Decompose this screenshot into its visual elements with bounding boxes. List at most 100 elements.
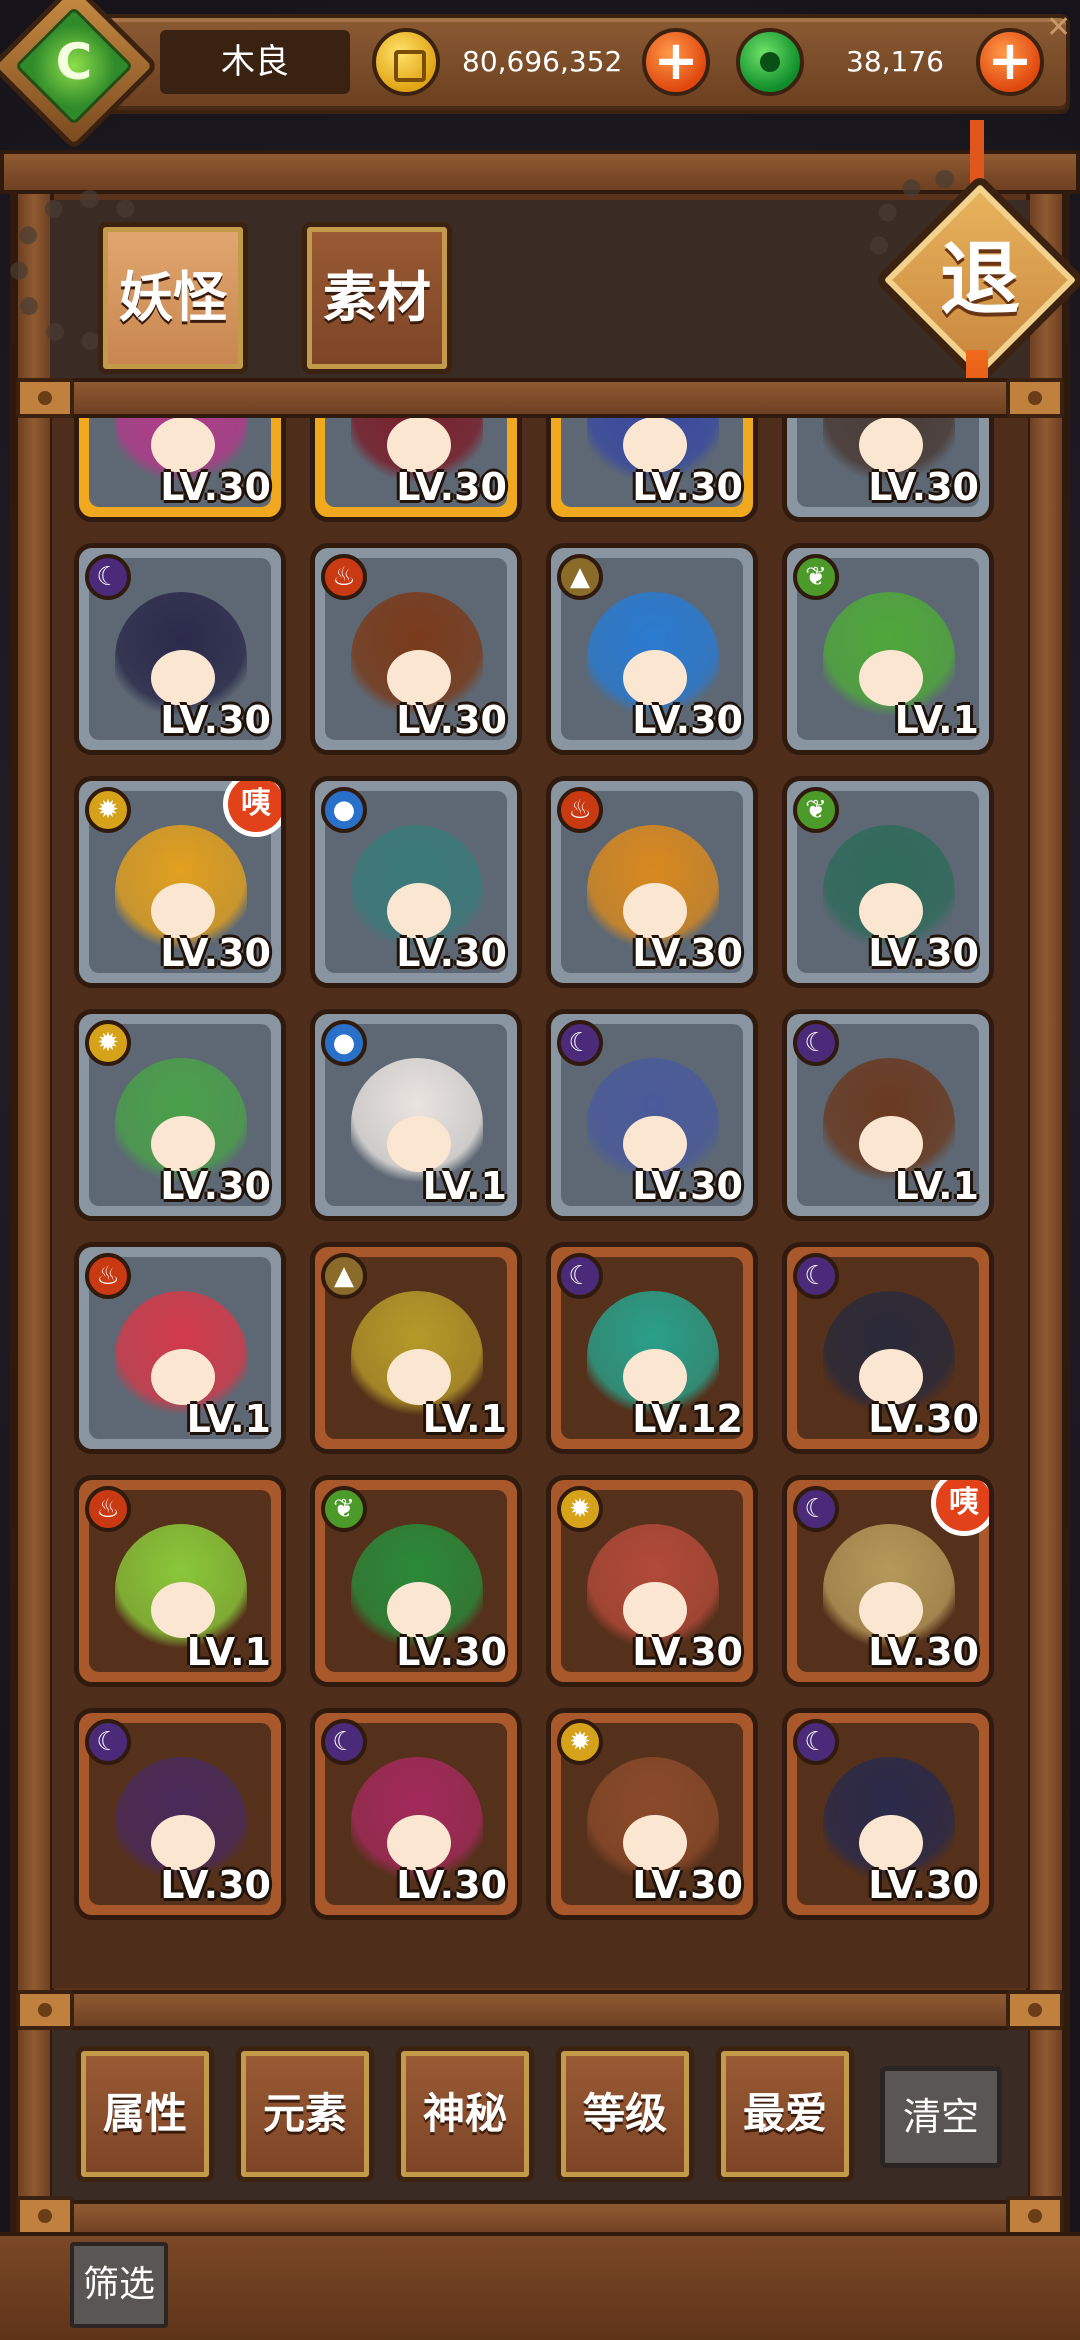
monster-level: LV.30	[160, 1164, 271, 1208]
add-jade-button[interactable]: +	[976, 28, 1044, 96]
add-gold-button[interactable]: +	[642, 28, 710, 96]
filter-toggle-button[interactable]: 筛选	[70, 2242, 168, 2328]
monster-level: LV.30	[396, 465, 507, 509]
exit-label[interactable]: 退	[905, 205, 1055, 355]
monster-card[interactable]: ☾ LV.30 咦	[782, 1475, 994, 1687]
monster-card[interactable]: ☾ LV.1	[782, 1009, 994, 1221]
earth-element-icon: ▲	[321, 1253, 367, 1299]
monster-card[interactable]: ☾ LV.30	[74, 1708, 286, 1920]
monster-level: LV.30	[160, 1863, 271, 1907]
monster-level: LV.1	[894, 698, 979, 742]
monster-level: LV.30	[396, 1863, 507, 1907]
monster-level: LV.30	[632, 1164, 743, 1208]
fire-element-icon: ♨	[85, 1486, 131, 1532]
monster-card[interactable]: LV.30	[546, 418, 758, 522]
monster-card[interactable]: ☾ LV.12	[546, 1242, 758, 1454]
tab-monsters[interactable]: 妖怪	[98, 222, 248, 374]
light-element-icon: ✹	[557, 1486, 603, 1532]
monster-level: LV.1	[186, 1630, 271, 1674]
monster-level: LV.30	[632, 1630, 743, 1674]
leaf-element-icon: ❦	[793, 787, 839, 833]
monster-level: LV.1	[422, 1397, 507, 1441]
monster-card[interactable]: ✹ LV.30	[74, 1009, 286, 1221]
filter-attribute-button[interactable]: 属性	[76, 2046, 214, 2182]
monster-card[interactable]: ✹ LV.30	[546, 1708, 758, 1920]
monster-card[interactable]: LV.30	[782, 418, 994, 522]
game-screen: C 木良 80,696,352 + 38,176 + ✕ 妖怪 素材 退 LV.…	[0, 0, 1080, 2340]
monster-card[interactable]: ✹ LV.30 咦	[74, 776, 286, 988]
monster-card[interactable]: ♨ LV.1	[74, 1242, 286, 1454]
monster-level: LV.30	[160, 465, 271, 509]
dark-element-icon: ☾	[793, 1020, 839, 1066]
bracket	[16, 378, 74, 418]
monster-level: LV.30	[396, 698, 507, 742]
monster-grid[interactable]: LV.30 LV.30 LV.30 LV.30 ☾ LV.30 ♨ LV.30 ▲ LV.30 ❦ L…	[52, 418, 1028, 1988]
top-bar: C 木良 80,696,352 + 38,176 + ✕	[0, 0, 1080, 151]
monster-card[interactable]: ♨ LV.1	[74, 1475, 286, 1687]
bracket	[1006, 2196, 1064, 2236]
bracket	[1006, 378, 1064, 418]
filter-mystery-button[interactable]: 神秘	[396, 2046, 534, 2182]
monster-card[interactable]: LV.30	[74, 418, 286, 522]
fire-element-icon: ♨	[557, 787, 603, 833]
monster-card[interactable]: ♨ LV.30	[546, 776, 758, 988]
dark-element-icon: ☾	[85, 1719, 131, 1765]
dark-element-icon: ☾	[321, 1719, 367, 1765]
bracket	[1006, 1990, 1064, 2030]
lower-beam	[16, 1990, 1064, 2030]
monster-card[interactable]: ▲ LV.30	[546, 543, 758, 755]
monster-level: LV.30	[632, 931, 743, 975]
monster-card[interactable]: ☾ LV.30	[782, 1708, 994, 1920]
monster-level: LV.30	[868, 1397, 979, 1441]
new-badge: 咦	[223, 781, 281, 837]
monster-card[interactable]: ♨ LV.30	[310, 543, 522, 755]
monster-card[interactable]: ☾ LV.30	[782, 1242, 994, 1454]
filter-element-button[interactable]: 元素	[236, 2046, 374, 2182]
filter-favorite-button[interactable]: 最爱	[716, 2046, 854, 2182]
monster-card[interactable]: ✹ LV.30	[546, 1475, 758, 1687]
monster-card[interactable]: ● LV.30	[310, 776, 522, 988]
monster-card[interactable]: ❦ LV.1	[782, 543, 994, 755]
jade-amount: 38,176	[846, 45, 944, 78]
monster-level: LV.30	[632, 465, 743, 509]
water-element-icon: ●	[321, 787, 367, 833]
bracket	[16, 2196, 74, 2236]
monster-card[interactable]: LV.30	[310, 418, 522, 522]
dark-element-icon: ☾	[85, 554, 131, 600]
dark-element-icon: ☾	[557, 1020, 603, 1066]
monster-card[interactable]: ● LV.1	[310, 1009, 522, 1221]
light-element-icon: ✹	[85, 1020, 131, 1066]
monster-level: LV.1	[186, 1397, 271, 1441]
leaf-element-icon: ❦	[321, 1486, 367, 1532]
gold-amount: 80,696,352	[462, 45, 623, 78]
earth-element-icon: ▲	[557, 554, 603, 600]
monster-card[interactable]: ☾ LV.30	[546, 1009, 758, 1221]
bracket	[16, 1990, 74, 2030]
filter-level-button[interactable]: 等级	[556, 2046, 694, 2182]
monster-card[interactable]: ❦ LV.30	[310, 1475, 522, 1687]
monster-level: LV.1	[894, 1164, 979, 1208]
monster-card[interactable]: ☾ LV.30	[310, 1708, 522, 1920]
monster-level: LV.30	[160, 931, 271, 975]
monster-level: LV.30	[868, 1863, 979, 1907]
monster-level: LV.30	[160, 698, 271, 742]
light-element-icon: ✹	[85, 787, 131, 833]
upper-beam	[16, 378, 1064, 418]
dark-element-icon: ☾	[793, 1253, 839, 1299]
monster-level: LV.30	[868, 931, 979, 975]
fire-element-icon: ♨	[85, 1253, 131, 1299]
dark-element-icon: ☾	[793, 1486, 839, 1532]
gold-coin-icon	[372, 28, 440, 96]
clear-filters-button[interactable]: 清空	[880, 2066, 1002, 2168]
dark-element-icon: ☾	[557, 1253, 603, 1299]
monster-card[interactable]: ☾ LV.30	[74, 543, 286, 755]
light-element-icon: ✹	[557, 1719, 603, 1765]
tab-materials[interactable]: 素材	[302, 222, 452, 374]
leaf-element-icon: ❦	[793, 554, 839, 600]
close-icon[interactable]: ✕	[1046, 10, 1071, 45]
monster-level: LV.1	[422, 1164, 507, 1208]
monster-card[interactable]: ❦ LV.30	[782, 776, 994, 988]
monster-card[interactable]: ▲ LV.1	[310, 1242, 522, 1454]
monster-level: LV.30	[868, 1630, 979, 1674]
dark-element-icon: ☾	[793, 1719, 839, 1765]
